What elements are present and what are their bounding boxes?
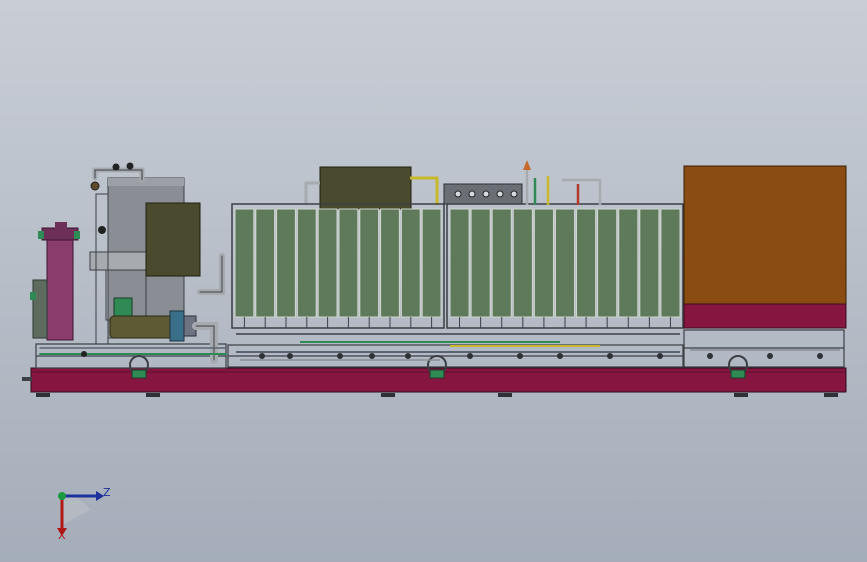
right-membrane-panel[interactable] bbox=[512, 208, 533, 318]
piping-right-top bbox=[525, 170, 602, 205]
right-membrane-panel[interactable] bbox=[660, 208, 681, 318]
electrical-cabinet[interactable] bbox=[683, 165, 847, 329]
right-membrane-panel[interactable] bbox=[554, 208, 576, 318]
triad-x-label: X bbox=[58, 529, 66, 542]
control-box-left[interactable] bbox=[145, 202, 201, 277]
membrane-rack-left[interactable] bbox=[231, 203, 445, 329]
right-membrane-panel[interactable] bbox=[470, 208, 491, 318]
left-membrane-panel[interactable] bbox=[421, 208, 442, 318]
left-membrane-panel[interactable] bbox=[317, 208, 338, 318]
right-membrane-panel[interactable] bbox=[533, 208, 554, 318]
control-box-center[interactable] bbox=[319, 166, 412, 210]
relief-valve-icon bbox=[523, 160, 531, 170]
left-membrane-panel[interactable] bbox=[276, 208, 296, 318]
right-membrane-panel[interactable] bbox=[576, 208, 597, 318]
right-membrane-panel[interactable] bbox=[597, 208, 618, 318]
left-membrane-panel[interactable] bbox=[296, 208, 317, 318]
left-membrane-panel[interactable] bbox=[255, 208, 276, 318]
right-membrane-panel[interactable] bbox=[449, 208, 470, 318]
left-membrane-panel[interactable] bbox=[359, 208, 380, 318]
right-membrane-panel[interactable] bbox=[618, 208, 639, 318]
left-membrane-panel[interactable] bbox=[234, 208, 255, 318]
high-pressure-pump[interactable] bbox=[109, 310, 197, 342]
cad-viewport[interactable]: Z X bbox=[0, 0, 867, 562]
left-membrane-panel[interactable] bbox=[400, 208, 421, 318]
left-membrane-panel[interactable] bbox=[338, 208, 359, 318]
membrane-rack-right[interactable] bbox=[446, 203, 684, 329]
left-membrane-panel[interactable] bbox=[380, 208, 400, 318]
triad-z-label: Z bbox=[103, 486, 111, 499]
right-membrane-panel[interactable] bbox=[491, 208, 512, 318]
model-view[interactable] bbox=[0, 0, 867, 562]
right-membrane-panel[interactable] bbox=[639, 208, 660, 318]
skid-feet bbox=[36, 393, 838, 397]
gauge-panel[interactable] bbox=[443, 183, 523, 205]
cartridge-filter[interactable] bbox=[30, 222, 80, 341]
